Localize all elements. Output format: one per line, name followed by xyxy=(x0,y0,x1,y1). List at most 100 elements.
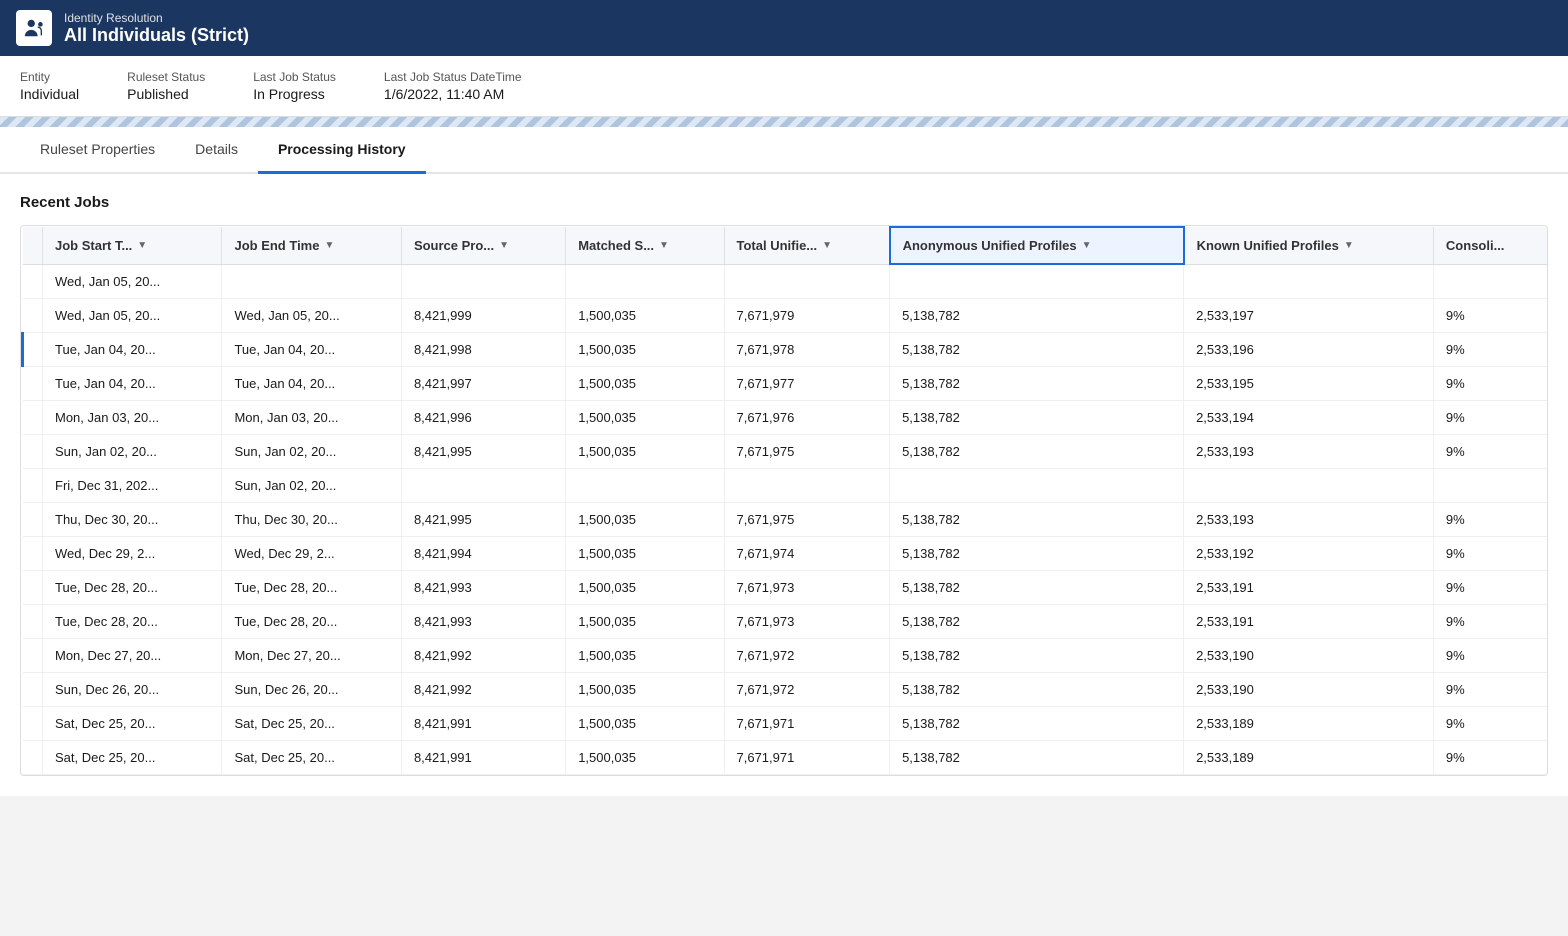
tab-details[interactable]: Details xyxy=(175,127,258,174)
table-row: Tue, Dec 28, 20...Tue, Dec 28, 20...8,42… xyxy=(23,604,1548,638)
cell-known_unified: 2,533,197 xyxy=(1184,298,1434,332)
cell-source_pro: 8,421,997 xyxy=(401,366,565,400)
cell-job_start: Wed, Jan 05, 20... xyxy=(43,298,222,332)
cell-total_unified: 7,671,973 xyxy=(724,604,890,638)
cell-matched_s: 1,500,035 xyxy=(566,570,724,604)
cell-known_unified xyxy=(1184,468,1434,502)
cell-anon_unified: 5,138,782 xyxy=(890,400,1184,434)
cell-job_start: Fri, Dec 31, 202... xyxy=(43,468,222,502)
cell-total_unified: 7,671,977 xyxy=(724,366,890,400)
table-row: Wed, Jan 05, 20... xyxy=(23,264,1548,298)
table-row: Wed, Dec 29, 2...Wed, Dec 29, 2...8,421,… xyxy=(23,536,1548,570)
cell-source_pro: 8,421,991 xyxy=(401,706,565,740)
cell-consoli: 9% xyxy=(1433,332,1547,366)
row-index xyxy=(23,332,43,366)
cell-anon_unified xyxy=(890,468,1184,502)
cell-known_unified: 2,533,190 xyxy=(1184,638,1434,672)
cell-consoli xyxy=(1433,468,1547,502)
cell-consoli: 9% xyxy=(1433,638,1547,672)
cell-job_start: Tue, Dec 28, 20... xyxy=(43,570,222,604)
meta-last-job-dt: Last Job Status DateTime 1/6/2022, 11:40… xyxy=(384,70,522,102)
sort-icon-job-end: ▼ xyxy=(324,240,334,251)
ruleset-label: Ruleset Status xyxy=(127,70,205,84)
table-row: Thu, Dec 30, 20...Thu, Dec 30, 20...8,42… xyxy=(23,502,1548,536)
last-job-label: Last Job Status xyxy=(253,70,336,84)
cell-consoli: 9% xyxy=(1433,740,1547,774)
cell-job_end: Tue, Dec 28, 20... xyxy=(222,570,401,604)
cell-anon_unified: 5,138,782 xyxy=(890,366,1184,400)
cell-consoli: 9% xyxy=(1433,536,1547,570)
table-row: Mon, Dec 27, 20...Mon, Dec 27, 20...8,42… xyxy=(23,638,1548,672)
sort-icon-total-unified: ▼ xyxy=(822,240,832,251)
cell-job_end: Tue, Dec 28, 20... xyxy=(222,604,401,638)
cell-anon_unified: 5,138,782 xyxy=(890,298,1184,332)
cell-consoli: 9% xyxy=(1433,434,1547,468)
row-index xyxy=(23,536,43,570)
cell-anon_unified: 5,138,782 xyxy=(890,638,1184,672)
cell-matched_s: 1,500,035 xyxy=(566,298,724,332)
col-header-matched-s[interactable]: Matched S... ▼ xyxy=(566,227,724,264)
cell-matched_s xyxy=(566,264,724,298)
last-job-dt-label: Last Job Status DateTime xyxy=(384,70,522,84)
jobs-table: Job Start T... ▼ Job End Time ▼ Source P… xyxy=(21,226,1547,775)
meta-last-job: Last Job Status In Progress xyxy=(253,70,336,102)
cell-job_end: Wed, Jan 05, 20... xyxy=(222,298,401,332)
section-title: Recent Jobs xyxy=(20,194,1548,211)
page-title: All Individuals (Strict) xyxy=(64,25,249,46)
table-row: Sun, Jan 02, 20...Sun, Jan 02, 20...8,42… xyxy=(23,434,1548,468)
cell-source_pro: 8,421,995 xyxy=(401,502,565,536)
tab-ruleset-properties[interactable]: Ruleset Properties xyxy=(20,127,175,174)
cell-source_pro: 8,421,993 xyxy=(401,604,565,638)
cell-source_pro xyxy=(401,264,565,298)
cell-job_start: Sun, Dec 26, 20... xyxy=(43,672,222,706)
cell-source_pro: 8,421,992 xyxy=(401,638,565,672)
sort-icon-source-pro: ▼ xyxy=(499,240,509,251)
cell-anon_unified: 5,138,782 xyxy=(890,706,1184,740)
tab-processing-history[interactable]: Processing History xyxy=(258,127,426,174)
cell-total_unified: 7,671,971 xyxy=(724,706,890,740)
cell-anon_unified: 5,138,782 xyxy=(890,570,1184,604)
col-header-known-unified[interactable]: Known Unified Profiles ▼ xyxy=(1184,227,1434,264)
cell-known_unified: 2,533,192 xyxy=(1184,536,1434,570)
cell-job_end: Mon, Dec 27, 20... xyxy=(222,638,401,672)
col-header-source-pro[interactable]: Source Pro... ▼ xyxy=(401,227,565,264)
row-index xyxy=(23,706,43,740)
table-row: Tue, Jan 04, 20...Tue, Jan 04, 20...8,42… xyxy=(23,332,1548,366)
cell-matched_s: 1,500,035 xyxy=(566,672,724,706)
cell-known_unified: 2,533,190 xyxy=(1184,672,1434,706)
cell-total_unified: 7,671,974 xyxy=(724,536,890,570)
row-index xyxy=(23,264,43,298)
row-index xyxy=(23,604,43,638)
cell-anon_unified: 5,138,782 xyxy=(890,604,1184,638)
cell-source_pro: 8,421,994 xyxy=(401,536,565,570)
cell-source_pro: 8,421,992 xyxy=(401,672,565,706)
col-header-total-unified[interactable]: Total Unifie... ▼ xyxy=(724,227,890,264)
col-header-job-start[interactable]: Job Start T... ▼ xyxy=(43,227,222,264)
cell-known_unified: 2,533,195 xyxy=(1184,366,1434,400)
cell-job_end: Sun, Dec 26, 20... xyxy=(222,672,401,706)
col-header-anon-unified[interactable]: Anonymous Unified Profiles ▼ xyxy=(890,227,1184,264)
col-header-job-end[interactable]: Job End Time ▼ xyxy=(222,227,401,264)
table-header-row: Job Start T... ▼ Job End Time ▼ Source P… xyxy=(23,227,1548,264)
cell-known_unified: 2,533,193 xyxy=(1184,434,1434,468)
row-index xyxy=(23,672,43,706)
cell-job_start: Wed, Dec 29, 2... xyxy=(43,536,222,570)
meta-entity: Entity Individual xyxy=(20,70,79,102)
cell-anon_unified: 5,138,782 xyxy=(890,740,1184,774)
stripe-divider xyxy=(0,117,1568,127)
cell-total_unified: 7,671,972 xyxy=(724,672,890,706)
col-header-consoli[interactable]: Consoli... xyxy=(1433,227,1547,264)
cell-job_start: Thu, Dec 30, 20... xyxy=(43,502,222,536)
cell-consoli: 9% xyxy=(1433,672,1547,706)
cell-total_unified: 7,671,979 xyxy=(724,298,890,332)
cell-total_unified: 7,671,972 xyxy=(724,638,890,672)
cell-anon_unified: 5,138,782 xyxy=(890,502,1184,536)
cell-job_start: Tue, Jan 04, 20... xyxy=(43,366,222,400)
cell-total_unified: 7,671,976 xyxy=(724,400,890,434)
cell-matched_s: 1,500,035 xyxy=(566,638,724,672)
cell-job_start: Sun, Jan 02, 20... xyxy=(43,434,222,468)
row-index xyxy=(23,502,43,536)
cell-matched_s: 1,500,035 xyxy=(566,434,724,468)
sort-icon-matched-s: ▼ xyxy=(659,240,669,251)
entity-label: Entity xyxy=(20,70,79,84)
